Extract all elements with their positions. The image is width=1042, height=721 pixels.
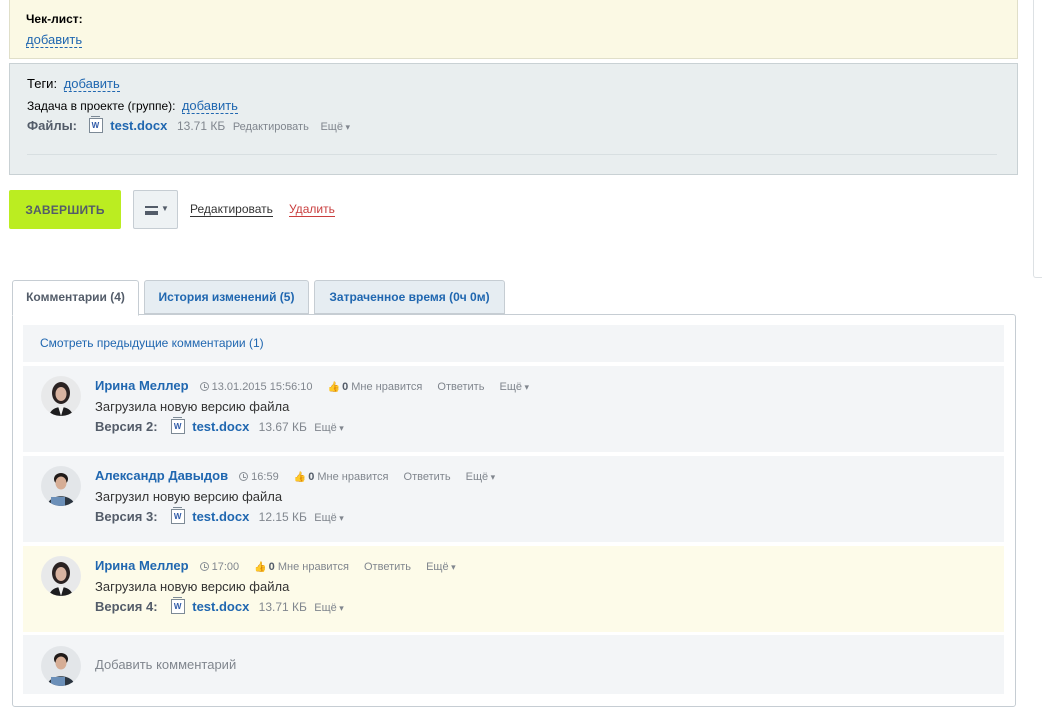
file-link[interactable]: test.docx [192, 509, 249, 524]
tab-comments[interactable]: Комментарии (4) [12, 280, 139, 316]
version-row: Версия 2: test.docx 13.67 КБ Ещё [95, 417, 344, 434]
like-label: Мне нравится [277, 561, 349, 573]
like-button[interactable]: 👍 0 Мне нравится [254, 561, 349, 573]
checklist-panel: Чек-лист: добавить [9, 0, 1018, 59]
like-button[interactable]: 👍 0 Мне нравится [328, 381, 423, 393]
file-more-menu[interactable]: Ещё [314, 422, 344, 434]
comment-text: Загрузила новую версию файла [95, 579, 290, 594]
like-label: Мне нравится [317, 471, 389, 483]
chevron-down-icon: ▼ [161, 204, 169, 213]
complete-button[interactable]: ЗАВЕРШИТЬ [9, 190, 121, 229]
reply-link[interactable]: Ответить [437, 381, 484, 393]
comment-text: Загрузил новую версию файла [95, 489, 283, 504]
like-count: 0 [308, 471, 315, 483]
comment-time: 16:59 [251, 471, 279, 483]
checklist-label: Чек-лист: [26, 12, 83, 26]
thumbs-up-icon: 👍 [254, 562, 267, 573]
file-size: 13.71 КБ [258, 600, 307, 614]
clock-icon [199, 562, 209, 571]
file-link[interactable]: test.docx [192, 419, 249, 434]
version-label: Версия 3: [95, 509, 158, 524]
comment-item: Ирина Меллер 17:00 👍 0 Мне нравится Ответ… [23, 546, 1004, 632]
comment-header: Ирина Меллер 17:00 👍 0 Мне нравится Ответ… [95, 558, 456, 573]
like-label: Мне нравится [351, 381, 423, 393]
comment-item: Ирина Меллер 13.01.2015 15:56:10 👍 0 Мне … [23, 366, 1004, 452]
version-row: Версия 4: test.docx 13.71 КБ Ещё [95, 597, 344, 614]
comment-time: 17:00 [211, 561, 240, 573]
task-properties-panel: Теги: добавить Задача в проекте (группе)… [9, 63, 1018, 175]
file-more-menu[interactable]: Ещё [320, 121, 350, 133]
comment-author[interactable]: Ирина Меллер [95, 558, 189, 573]
file-link[interactable]: test.docx [110, 118, 167, 133]
file-link[interactable]: test.docx [192, 599, 249, 614]
word-document-icon [170, 597, 185, 614]
clock-icon [199, 382, 209, 391]
files-row: Файлы: test.docx 13.71 КБ Редактировать … [27, 116, 350, 133]
tab-history[interactable]: История изменений (5) [144, 280, 309, 314]
file-more-menu[interactable]: Ещё [314, 512, 344, 524]
comment-time: 13.01.2015 15:56:10 [211, 381, 313, 393]
file-more-menu[interactable]: Ещё [314, 602, 344, 614]
reply-link[interactable]: Ответить [364, 561, 411, 573]
file-size: 13.71 КБ [176, 119, 226, 133]
file-size: 12.15 КБ [258, 510, 307, 524]
file-size: 13.67 КБ [258, 420, 307, 434]
avatar [41, 646, 81, 686]
checklist-add-link[interactable]: добавить [26, 32, 83, 48]
tab-time-spent[interactable]: Затраченное время (0ч 0м) [314, 280, 505, 314]
version-label: Версия 4: [95, 599, 158, 614]
reply-link[interactable]: Ответить [404, 471, 451, 483]
thumbs-up-icon: 👍 [327, 382, 341, 393]
add-comment-placeholder[interactable]: Добавить комментарий [95, 657, 236, 672]
version-label: Версия 2: [95, 419, 158, 434]
comment-more-menu[interactable]: Ещё [466, 471, 496, 483]
menu-icon [145, 206, 158, 215]
avatar[interactable] [41, 466, 81, 506]
like-button[interactable]: 👍 0 Мне нравится [294, 471, 389, 483]
tags-row: Теги: добавить [27, 76, 120, 92]
word-document-icon [88, 116, 103, 133]
scroll-frame [1033, 0, 1042, 278]
version-row: Версия 3: test.docx 12.15 КБ Ещё [95, 507, 344, 524]
comment-item: Александр Давыдов 16:59 👍 0 Мне нравится … [23, 456, 1004, 542]
comment-author[interactable]: Александр Давыдов [95, 468, 228, 483]
avatar[interactable] [41, 556, 81, 596]
project-add-link[interactable]: добавить [181, 98, 238, 114]
tags-label: Теги: [27, 76, 58, 91]
avatar[interactable] [41, 376, 81, 416]
add-comment-bar[interactable]: Добавить комментарий [23, 635, 1004, 694]
previous-comments-bar: Смотреть предыдущие комментарии (1) [23, 325, 1004, 362]
actions-menu-button[interactable]: ▼ [133, 190, 178, 229]
like-count: 0 [342, 381, 349, 393]
tags-add-link[interactable]: добавить [63, 76, 120, 92]
previous-comments-link[interactable]: Смотреть предыдущие комментарии (1) [40, 336, 264, 350]
comment-more-menu[interactable]: Ещё [426, 561, 456, 573]
word-document-icon [170, 417, 185, 434]
thumbs-up-icon: 👍 [293, 472, 307, 483]
clock-icon [239, 472, 249, 481]
edit-link[interactable]: Редактировать [190, 203, 273, 217]
word-document-icon [170, 507, 185, 524]
comment-more-menu[interactable]: Ещё [500, 381, 530, 393]
project-label: Задача в проекте (группе): [27, 99, 176, 113]
comment-author[interactable]: Ирина Меллер [95, 378, 189, 393]
divider [27, 154, 997, 155]
files-label: Файлы: [27, 118, 78, 133]
file-edit-link[interactable]: Редактировать [233, 121, 309, 133]
project-row: Задача в проекте (группе): добавить [27, 98, 238, 114]
like-count: 0 [268, 561, 275, 573]
comment-header: Александр Давыдов 16:59 👍 0 Мне нравится … [95, 468, 495, 483]
comment-header: Ирина Меллер 13.01.2015 15:56:10 👍 0 Мне … [95, 378, 529, 393]
delete-link[interactable]: Удалить [289, 203, 335, 217]
comment-text: Загрузила новую версию файла [95, 399, 290, 414]
